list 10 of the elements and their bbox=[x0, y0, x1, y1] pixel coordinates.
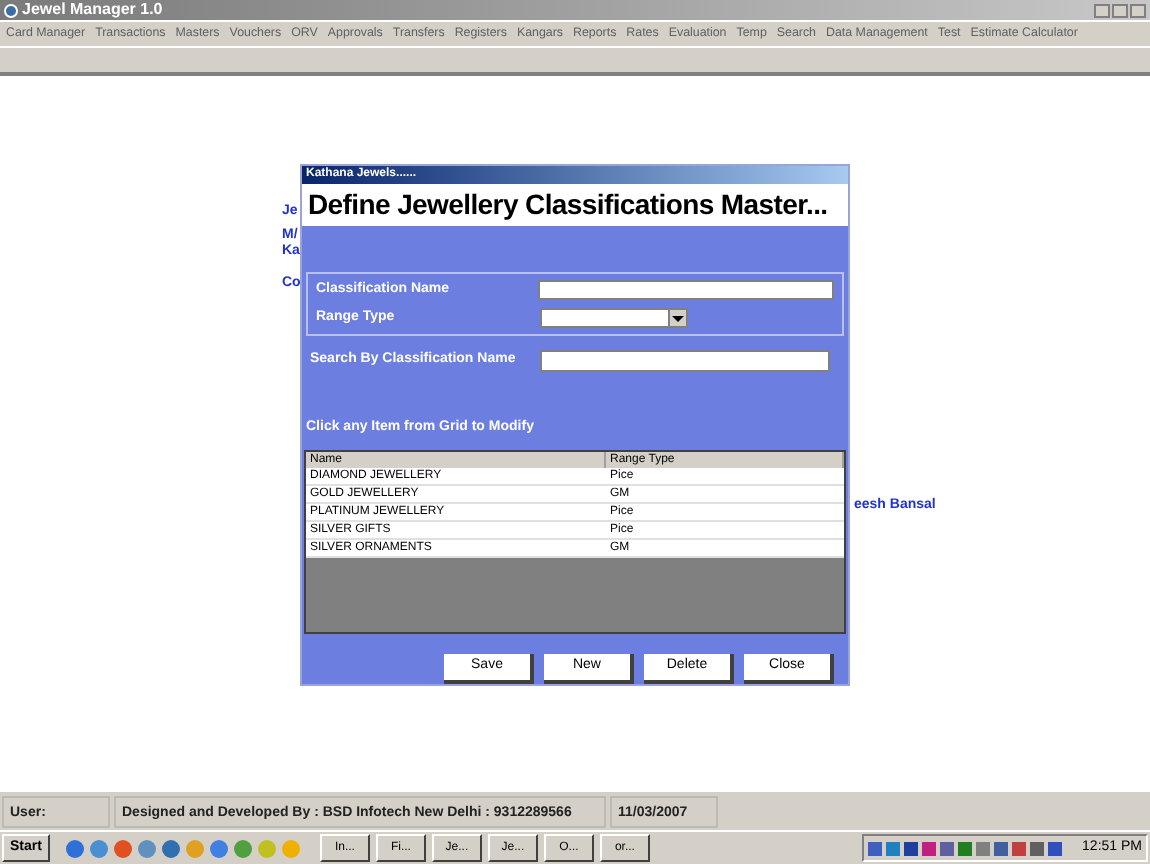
minimize-button[interactable] bbox=[1094, 3, 1110, 17]
search-field[interactable] bbox=[540, 350, 830, 372]
dropdown-arrow-icon[interactable] bbox=[668, 310, 686, 327]
range-type-dropdown[interactable] bbox=[540, 308, 688, 329]
restore-button[interactable] bbox=[1112, 3, 1128, 17]
app-icon bbox=[4, 3, 18, 17]
window-title: Jewel Manager 1.0 bbox=[22, 0, 163, 20]
dialog-heading: Define Jewellery Classifications Master... bbox=[308, 186, 828, 224]
close-button[interactable] bbox=[1130, 3, 1146, 17]
classification-name-field[interactable] bbox=[538, 279, 834, 300]
